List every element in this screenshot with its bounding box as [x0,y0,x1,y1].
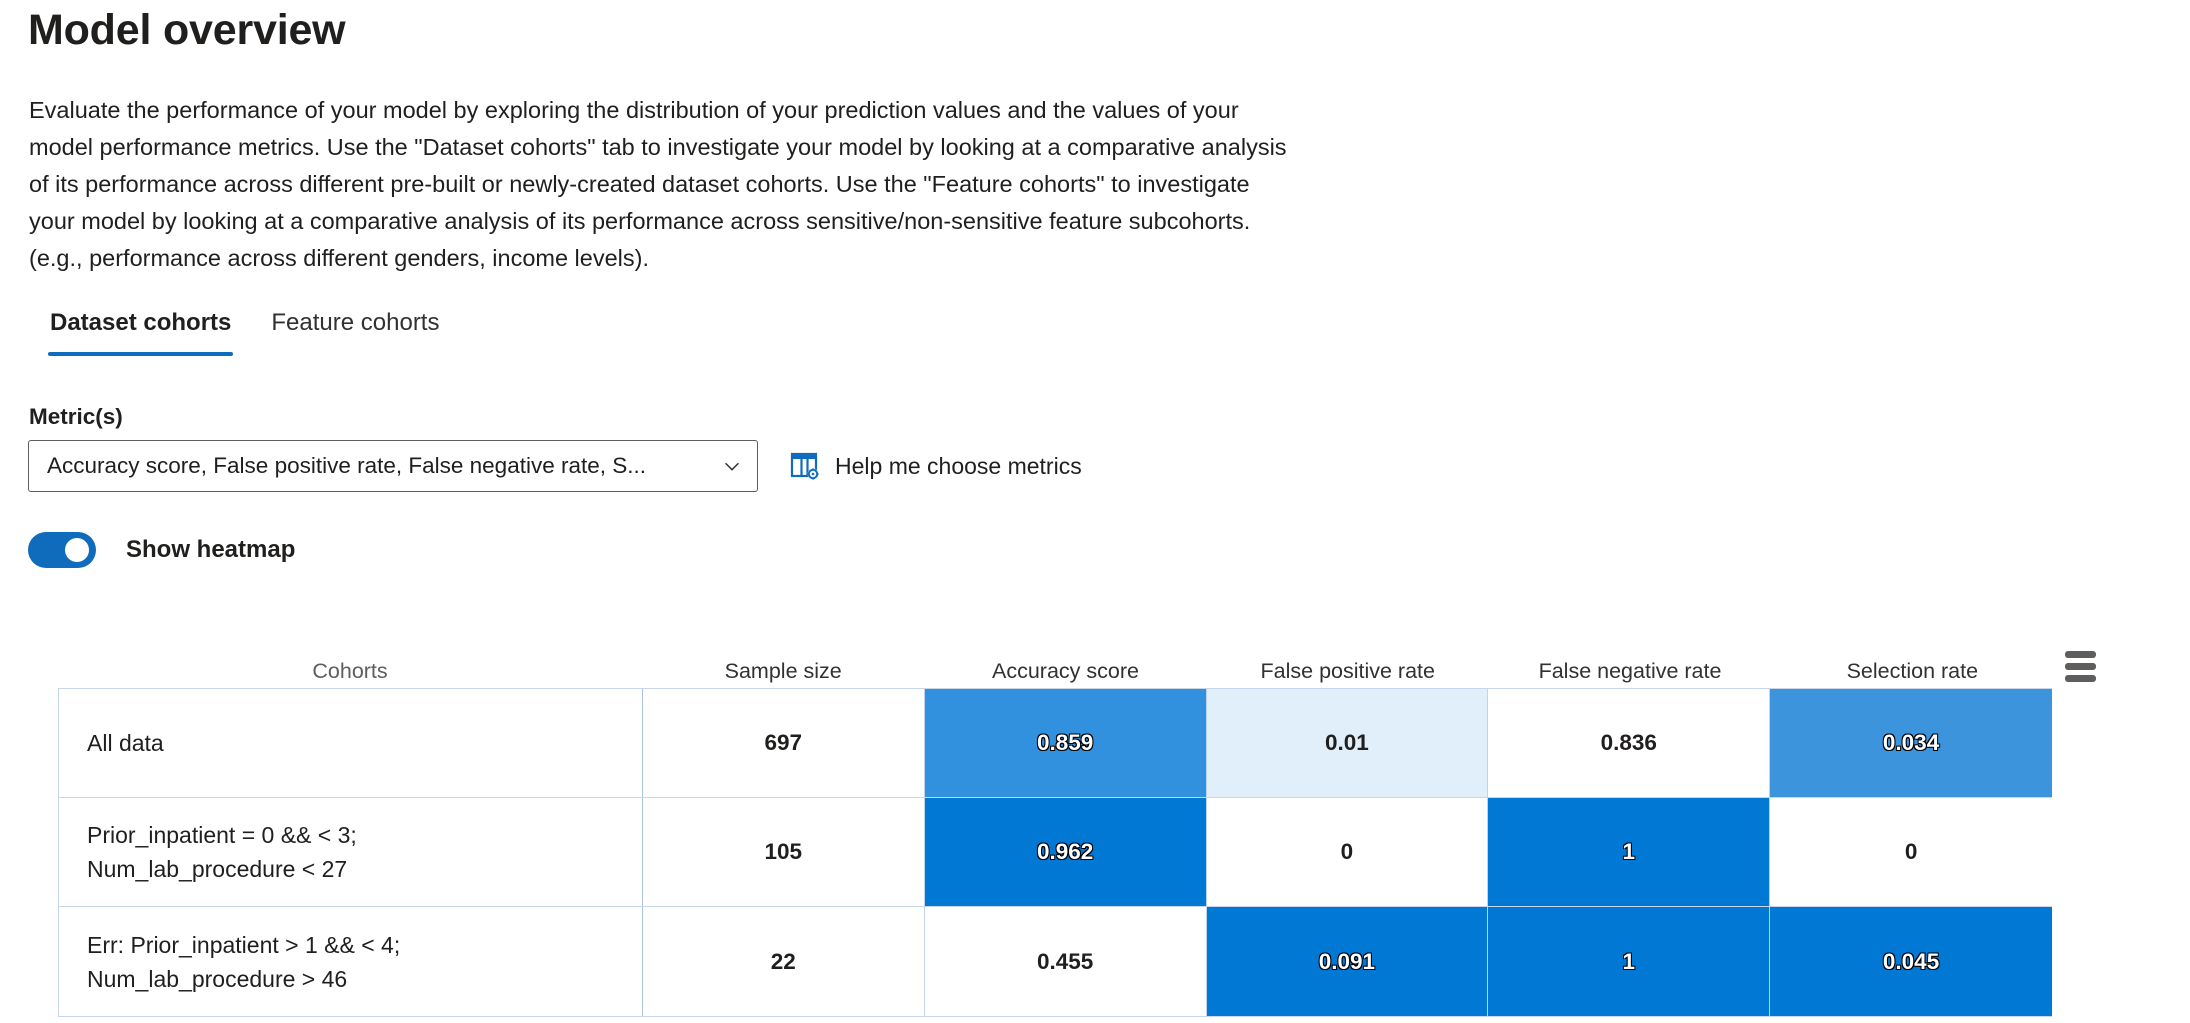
help-me-choose-metrics-link[interactable]: Help me choose metrics [789,450,1082,482]
cell-metric-value: 697 [642,689,925,797]
show-heatmap-label: Show heatmap [126,536,296,563]
column-header-cohorts: Cohorts [312,659,388,683]
menu-bar [2065,651,2097,658]
table-row[interactable]: Prior_inpatient = 0 && < 3; Num_lab_proc… [59,798,2052,907]
metric-select-value: Accuracy score, False positive rate, Fal… [47,453,647,478]
table-settings-icon [789,450,821,482]
page-title: Model overview [28,6,346,54]
column-header-false-negative-rate: False negative rate [1538,659,1722,683]
tab-feature-cohorts[interactable]: Feature cohorts [251,308,459,356]
show-heatmap-row: Show heatmap [28,532,295,568]
cell-metric-value: 0.836 [1488,689,1771,797]
menu-bar [2065,675,2097,682]
model-overview-page: Model overview Evaluate the performance … [0,0,2190,1023]
chevron-down-icon [721,455,743,477]
cell-metric-value: 105 [642,798,925,906]
column-header-sample-size: Sample size [724,659,842,683]
column-header-false-positive-rate: False positive rate [1260,659,1435,683]
cell-metric-value: 0.045 [1770,907,2052,1016]
table-header-row: Cohorts Sample size Accuracy score False… [58,650,2108,688]
cell-cohort-name: Prior_inpatient = 0 && < 3; Num_lab_proc… [59,798,643,906]
cohort-tabs: Dataset cohorts Feature cohorts [30,308,459,356]
tab-active-underline [48,352,234,356]
model-overview-table: Cohorts Sample size Accuracy score False… [58,650,2108,1017]
cell-metric-value: 0 [1206,798,1489,906]
menu-bar [2065,663,2097,670]
cell-cohort-name: Err: Prior_inpatient > 1 && < 4; Num_lab… [59,907,643,1016]
page-description: Evaluate the performance of your model b… [29,97,1287,271]
hamburger-menu-icon[interactable] [2053,651,2108,684]
cell-metric-value: 0.455 [924,907,1207,1016]
cell-metric-value: 0.091 [1206,907,1489,1016]
cell-metric-value: 1 [1488,907,1771,1016]
cell-metric-value: 0 [1770,798,2052,906]
cell-metric-value: 0.034 [1770,689,2052,797]
toggle-knob [65,538,89,562]
table-row[interactable]: Err: Prior_inpatient > 1 && < 4; Num_lab… [59,907,2052,1016]
help-me-choose-metrics-label: Help me choose metrics [835,452,1082,479]
cell-cohort-name: All data [59,689,643,797]
table-body: All data 697 0.859 0.01 0.836 0.034 Prior_inpa… [58,688,2052,1017]
metric-select[interactable]: Accuracy score, False positive rate, Fal… [28,440,758,492]
cell-metric-value: 22 [642,907,925,1016]
cell-metric-value: 0.01 [1206,689,1489,797]
cell-metric-value: 0.962 [924,798,1207,906]
column-header-selection-rate: Selection rate [1846,659,1979,683]
table-row[interactable]: All data 697 0.859 0.01 0.836 0.034 [59,689,2052,798]
cell-metric-value: 0.859 [924,689,1207,797]
cell-metric-value: 1 [1488,798,1771,906]
show-heatmap-toggle[interactable] [28,532,96,568]
metric-select-label: Metric(s) [29,404,123,429]
column-header-accuracy-score: Accuracy score [991,659,1139,683]
tab-dataset-cohorts[interactable]: Dataset cohorts [30,308,251,356]
tab-feature-cohorts-label: Feature cohorts [271,309,440,336]
tab-dataset-cohorts-label: Dataset cohorts [50,309,232,336]
